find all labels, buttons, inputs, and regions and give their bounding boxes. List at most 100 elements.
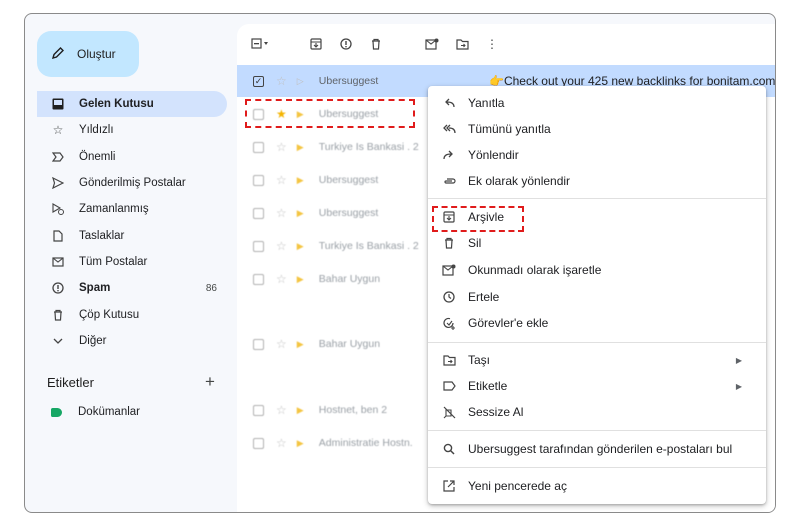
menu-item-label-as[interactable]: Etiketle ▶ — [428, 373, 766, 399]
star-icon[interactable]: ☆ — [276, 337, 287, 351]
menu-item-label: Yanıtla — [468, 96, 505, 110]
sidebar-item-spam[interactable]: Spam 86 — [37, 275, 227, 301]
star-icon[interactable]: ☆ — [276, 206, 287, 220]
menu-divider — [428, 198, 766, 199]
email-sender: Turkiye Is Bankasi . 2 — [318, 141, 419, 153]
email-sender: Bahar Uygun — [318, 338, 381, 350]
star-icon[interactable]: ☆ — [276, 74, 287, 88]
email-sender: Ubersuggest — [318, 75, 379, 87]
important-marker-icon[interactable]: ▶ — [297, 142, 309, 153]
send-icon — [51, 176, 65, 190]
important-icon — [51, 150, 65, 164]
menu-item-label: Yönlendir — [468, 148, 519, 162]
more-vert-icon[interactable]: ⋮ — [483, 35, 501, 53]
sidebar-item-more[interactable]: Diğer — [37, 328, 227, 354]
labels-heading: Etiketler — [47, 375, 94, 390]
row-checkbox[interactable] — [253, 338, 264, 350]
archive-icon[interactable] — [307, 35, 325, 53]
label-item-documents[interactable]: Dokümanlar — [51, 406, 140, 418]
move-to-icon[interactable] — [453, 35, 471, 53]
sidebar-item-label: Zamanlanmış — [79, 203, 149, 216]
star-icon[interactable]: ☆ — [276, 239, 287, 253]
reply-all-icon — [442, 122, 456, 136]
pencil-icon — [51, 46, 65, 63]
sidebar-item-trash[interactable]: Çöp Kutusu — [37, 301, 227, 327]
sidebar-item-scheduled[interactable]: Zamanlanmış — [37, 196, 227, 222]
menu-item-delete[interactable]: Sil — [428, 230, 766, 256]
star-icon[interactable]: ☆ — [276, 436, 287, 450]
menu-item-find-emails[interactable]: Ubersuggest tarafından gönderilen e-post… — [428, 436, 766, 462]
scheduled-icon — [51, 202, 65, 216]
important-marker-icon[interactable]: ▶ — [297, 339, 309, 350]
sidebar-item-label: Taslaklar — [79, 229, 125, 242]
star-icon[interactable]: ☆ — [276, 272, 287, 286]
menu-item-forward[interactable]: Yönlendir — [428, 142, 766, 168]
sidebar-item-inbox[interactable]: Gelen Kutusu — [37, 91, 227, 118]
menu-item-snooze[interactable]: Ertele — [428, 284, 766, 310]
menu-item-label: Taşı — [468, 353, 491, 367]
select-all-checkbox[interactable] — [251, 35, 269, 53]
attachment-icon — [442, 174, 456, 188]
menu-item-mute[interactable]: Sessize Al — [428, 399, 766, 425]
row-checkbox[interactable] — [253, 174, 264, 186]
important-marker-icon[interactable]: ▶ — [297, 405, 309, 416]
row-checkbox[interactable] — [253, 404, 264, 416]
important-marker-icon[interactable]: ▶ — [297, 241, 309, 252]
menu-item-label: Etiketle — [468, 379, 508, 393]
compose-label: Oluştur — [77, 47, 116, 61]
important-marker-icon[interactable]: ▶ — [297, 208, 309, 219]
open-in-new-icon — [442, 479, 456, 493]
sidebar-item-drafts[interactable]: Taslaklar — [37, 222, 227, 248]
mark-unread-icon[interactable] — [423, 35, 441, 53]
row-checkbox[interactable] — [253, 141, 264, 153]
menu-item-open-new-window[interactable]: Yeni pencerede aç — [428, 473, 766, 499]
delete-icon[interactable] — [367, 35, 385, 53]
menu-item-label: Yeni pencerede aç — [468, 479, 567, 493]
menu-item-label: Okunmadı olarak işaretle — [468, 263, 602, 277]
menu-divider — [428, 342, 766, 343]
menu-item-label: Sessize Al — [468, 405, 524, 419]
row-checkbox[interactable] — [253, 240, 264, 252]
menu-item-reply-all[interactable]: Tümünü yanıtla — [428, 116, 766, 142]
menu-item-forward-attachment[interactable]: Ek olarak yönlendir — [428, 168, 766, 194]
important-marker-icon[interactable]: ▷ — [297, 76, 309, 87]
search-icon — [442, 442, 456, 456]
spam-icon — [51, 281, 65, 295]
menu-item-move-to[interactable]: Taşı ▶ — [428, 347, 766, 373]
important-marker-icon[interactable]: ▶ — [297, 274, 309, 285]
row-checkbox[interactable] — [253, 273, 264, 285]
report-spam-icon[interactable] — [337, 35, 355, 53]
star-icon[interactable]: ☆ — [276, 173, 287, 187]
menu-item-reply[interactable]: Yanıtla — [428, 90, 766, 116]
star-icon[interactable]: ☆ — [276, 140, 287, 154]
important-marker-icon[interactable]: ▶ — [297, 438, 309, 449]
mark-unread-icon — [442, 263, 456, 277]
sidebar-item-important[interactable]: Önemli — [37, 144, 227, 170]
star-icon: ☆ — [52, 123, 64, 138]
all-mail-icon — [51, 255, 65, 269]
sidebar-item-all-mail[interactable]: Tüm Postalar — [37, 249, 227, 275]
toolbar: ⋮ — [237, 24, 775, 64]
menu-divider — [428, 430, 766, 431]
sidebar-item-sent[interactable]: Gönderilmiş Postalar — [37, 170, 227, 196]
add-label-icon[interactable]: + — [205, 372, 215, 392]
menu-item-label: Tümünü yanıtla — [468, 122, 551, 136]
sidebar-item-label: Yıldızlı — [79, 124, 114, 137]
menu-item-add-task[interactable]: Görevler'e ekle — [428, 310, 766, 336]
row-checkbox[interactable] — [253, 437, 264, 449]
nav-list: Gelen Kutusu ☆ Yıldızlı Önemli Gönderilm… — [37, 91, 227, 354]
menu-item-mark-unread[interactable]: Okunmadı olarak işaretle — [428, 257, 766, 283]
draft-icon — [51, 229, 65, 243]
compose-button[interactable]: Oluştur — [37, 31, 139, 77]
submenu-arrow-icon: ▶ — [735, 381, 742, 391]
row-checkbox[interactable] — [253, 207, 264, 219]
email-sender: Administratie Hostn. — [318, 437, 413, 449]
add-task-icon — [442, 316, 456, 330]
important-marker-icon[interactable]: ▶ — [297, 175, 309, 186]
menu-item-label: Sil — [468, 236, 482, 250]
star-icon[interactable]: ☆ — [276, 403, 287, 417]
sidebar-item-starred[interactable]: ☆ Yıldızlı — [37, 117, 227, 143]
sidebar-item-label: Önemli — [79, 150, 116, 163]
row-checkbox[interactable]: ✓ — [253, 75, 264, 87]
submenu-arrow-icon: ▶ — [735, 355, 742, 365]
